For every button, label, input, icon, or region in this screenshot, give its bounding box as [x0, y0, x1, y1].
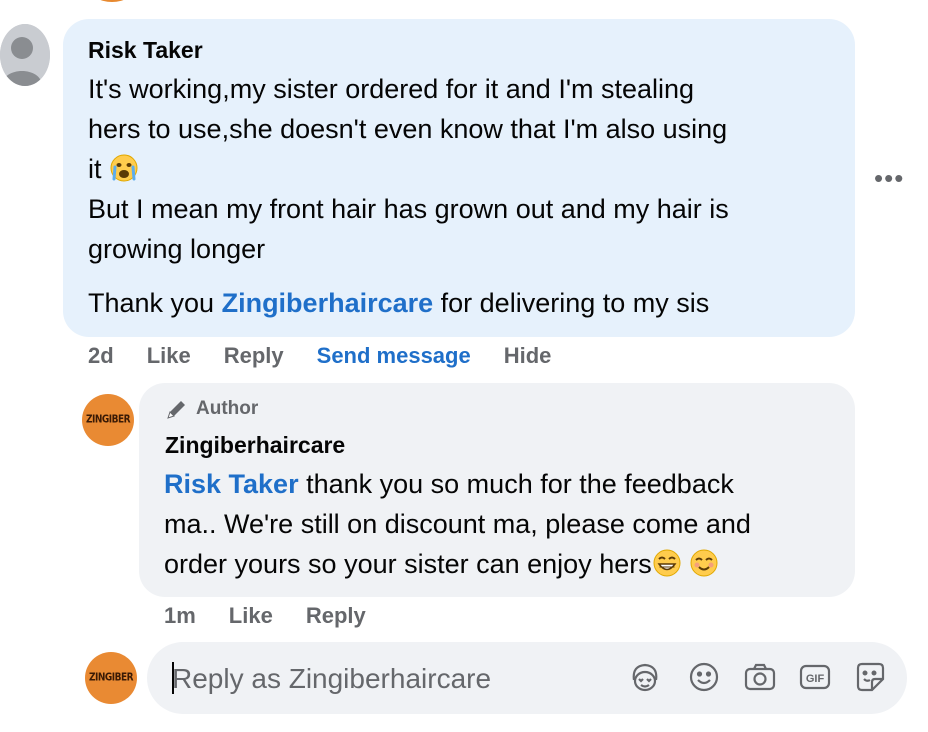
page-avatar[interactable]: ZINGIBER	[82, 394, 134, 446]
comment-line-4: But I mean my front hair has grown out a…	[88, 194, 729, 224]
comment-line-6: Thank you Zingiberhaircare for deliverin…	[88, 283, 828, 323]
camera-icon[interactable]	[742, 659, 778, 695]
reply-input[interactable]	[172, 660, 602, 698]
reply-reply-button[interactable]: Reply	[306, 603, 366, 629]
comment-line-5: growing longer	[88, 234, 266, 264]
reply-button[interactable]: Reply	[224, 343, 284, 369]
comment-actions: 2d Like Reply Send message Hide	[88, 343, 584, 369]
comment-line-1: It's working,my sister ordered for it an…	[88, 74, 695, 104]
gif-icon[interactable]: GIF	[797, 659, 833, 695]
reply-timestamp[interactable]: 1m	[164, 603, 196, 629]
composer-avatar: ZINGIBER	[85, 652, 137, 704]
reply-like-button[interactable]: Like	[229, 603, 273, 629]
mention-link-zingiberhaircare[interactable]: Zingiberhaircare	[222, 288, 434, 318]
comment-line-3: it	[88, 149, 828, 189]
author-badge: Author	[165, 397, 258, 421]
pencil-icon	[167, 401, 185, 419]
comment-line-3-text: it	[88, 154, 102, 184]
comment-line-2: hers to use,she doesn't even know that I…	[88, 114, 728, 144]
thanks-prefix: Thank you	[88, 288, 222, 318]
default-user-icon	[0, 24, 50, 86]
emoji-icon[interactable]	[686, 659, 722, 695]
comment-timestamp[interactable]: 2d	[88, 343, 114, 369]
reply-author-name[interactable]: Zingiberhaircare	[165, 432, 345, 459]
commenter-avatar[interactable]	[0, 24, 50, 86]
mention-link-risk-taker[interactable]: Risk Taker	[164, 469, 299, 499]
thanks-suffix: for delivering to my sis	[433, 288, 710, 318]
reply-line-1-text: thank you so much for the feedback	[298, 469, 734, 499]
reply-line-2: ma.. We're still on discount ma, please …	[164, 509, 751, 539]
comment-author-name[interactable]: Risk Taker	[88, 37, 203, 64]
author-badge-label: Author	[196, 398, 259, 419]
comment-text: It's working,my sister ordered for it an…	[88, 69, 828, 323]
sticker-icon[interactable]	[852, 659, 888, 695]
send-message-button[interactable]: Send message	[317, 343, 471, 369]
page-avatar-logo: ZINGIBER	[85, 414, 131, 426]
crying-face-icon	[110, 154, 138, 182]
composer-avatar-logo: ZINGIBER	[88, 672, 134, 684]
gif-label: GIF	[806, 673, 825, 685]
reply-actions: 1m Like Reply	[164, 603, 399, 629]
like-button[interactable]: Like	[147, 343, 191, 369]
reply-text: Risk Taker thank you so much for the fee…	[164, 464, 751, 584]
reply-line-1: Risk Taker thank you so much for the fee…	[164, 464, 751, 504]
hide-button[interactable]: Hide	[504, 343, 552, 369]
previous-avatar	[89, 0, 135, 2]
avatar-sticker-icon[interactable]	[627, 659, 663, 695]
reply-line-3-text: order yours so your sister can enjoy her…	[164, 549, 652, 579]
reply-line-3: order yours so your sister can enjoy her…	[164, 544, 751, 584]
more-options-icon[interactable]: •••	[874, 163, 904, 194]
smiling-face-icon	[690, 549, 718, 577]
grinning-face-icon	[653, 549, 681, 577]
